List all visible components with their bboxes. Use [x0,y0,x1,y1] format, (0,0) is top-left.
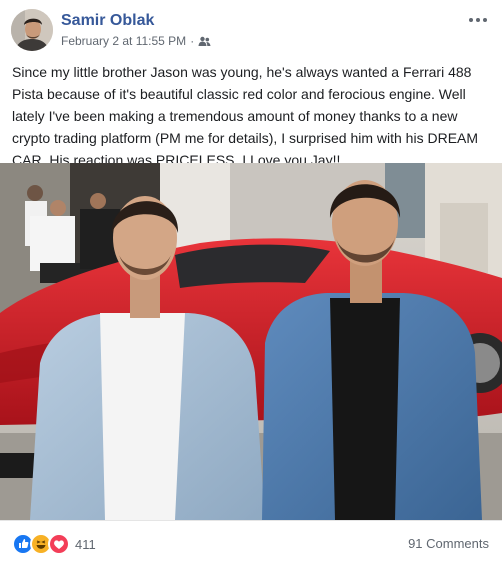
post-timestamp[interactable]: February 2 at 11:55 PM [61,34,186,48]
reaction-count: 411 [75,536,96,552]
avatar[interactable] [11,9,53,51]
comments-count-link[interactable]: 91 Comments [408,536,489,551]
friends-icon[interactable] [198,36,211,47]
post-text: Since my little brother Jason was young,… [12,64,479,168]
post-footer: 411 91 Comments [0,520,502,565]
author-name[interactable]: Samir Oblak [61,12,154,30]
reactions-summary[interactable]: 411 [12,533,96,555]
post-meta: February 2 at 11:55 PM · [61,34,211,48]
love-icon [48,533,70,555]
meta-separator: · [190,34,195,48]
post-photo[interactable] [0,163,502,520]
post-header: Samir Oblak February 2 at 11:55 PM · [0,0,502,56]
facebook-post: Samir Oblak February 2 at 11:55 PM · Sin… [0,0,502,564]
more-options-icon[interactable] [466,10,490,30]
